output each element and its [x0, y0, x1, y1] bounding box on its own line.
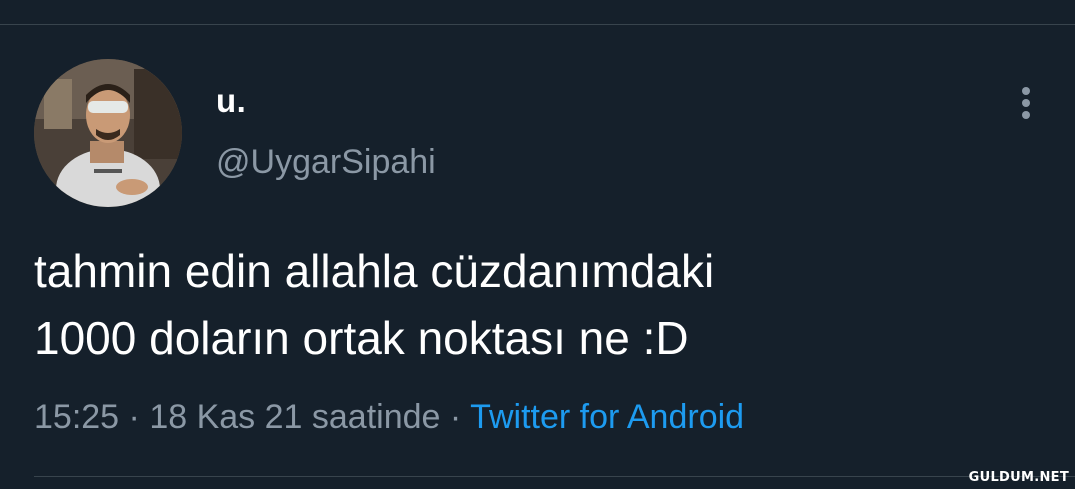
tweet-date[interactable]: 18 Kas 21 saatinde	[149, 398, 440, 436]
user-handle[interactable]: @UygarSipahi	[216, 143, 436, 182]
bottom-divider	[34, 476, 1075, 477]
tweet-text-line-2: 1000 doların ortak noktası ne :D	[34, 312, 689, 364]
avatar[interactable]	[34, 59, 182, 207]
display-name[interactable]: u.	[216, 82, 246, 120]
tweet-time[interactable]: 15:25	[34, 398, 119, 436]
more-dot-bottom	[1022, 111, 1030, 119]
avatar-image	[34, 59, 182, 207]
more-dot-middle	[1022, 99, 1030, 107]
watermark: GULDUM.NET	[968, 470, 1069, 485]
meta-separator-2: ·	[449, 398, 462, 436]
tweet-meta: 15:25 · 18 Kas 21 saatinde · Twitter for…	[34, 398, 744, 437]
tweet-source-link[interactable]: Twitter for Android	[470, 398, 744, 436]
tweet-text: tahmin edin allahla cüzdanımdaki 1000 do…	[34, 238, 1034, 372]
more-vertical-icon	[1022, 87, 1030, 95]
meta-separator: ·	[128, 398, 140, 436]
more-options-button[interactable]	[1008, 82, 1044, 122]
tweet-text-line-1: tahmin edin allahla cüzdanımdaki	[34, 245, 715, 297]
top-divider	[0, 24, 1075, 25]
